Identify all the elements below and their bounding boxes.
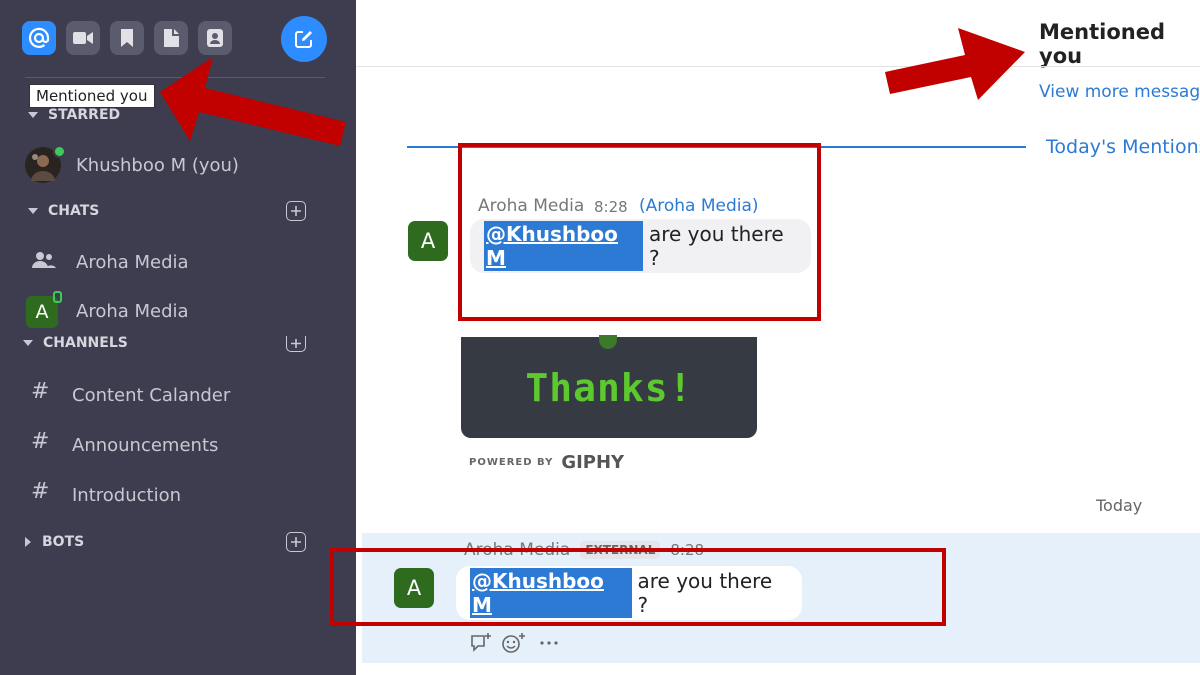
annotation-arrow <box>885 28 1025 100</box>
annotation-arrow <box>160 57 346 146</box>
annotation-arrows <box>160 28 1025 146</box>
